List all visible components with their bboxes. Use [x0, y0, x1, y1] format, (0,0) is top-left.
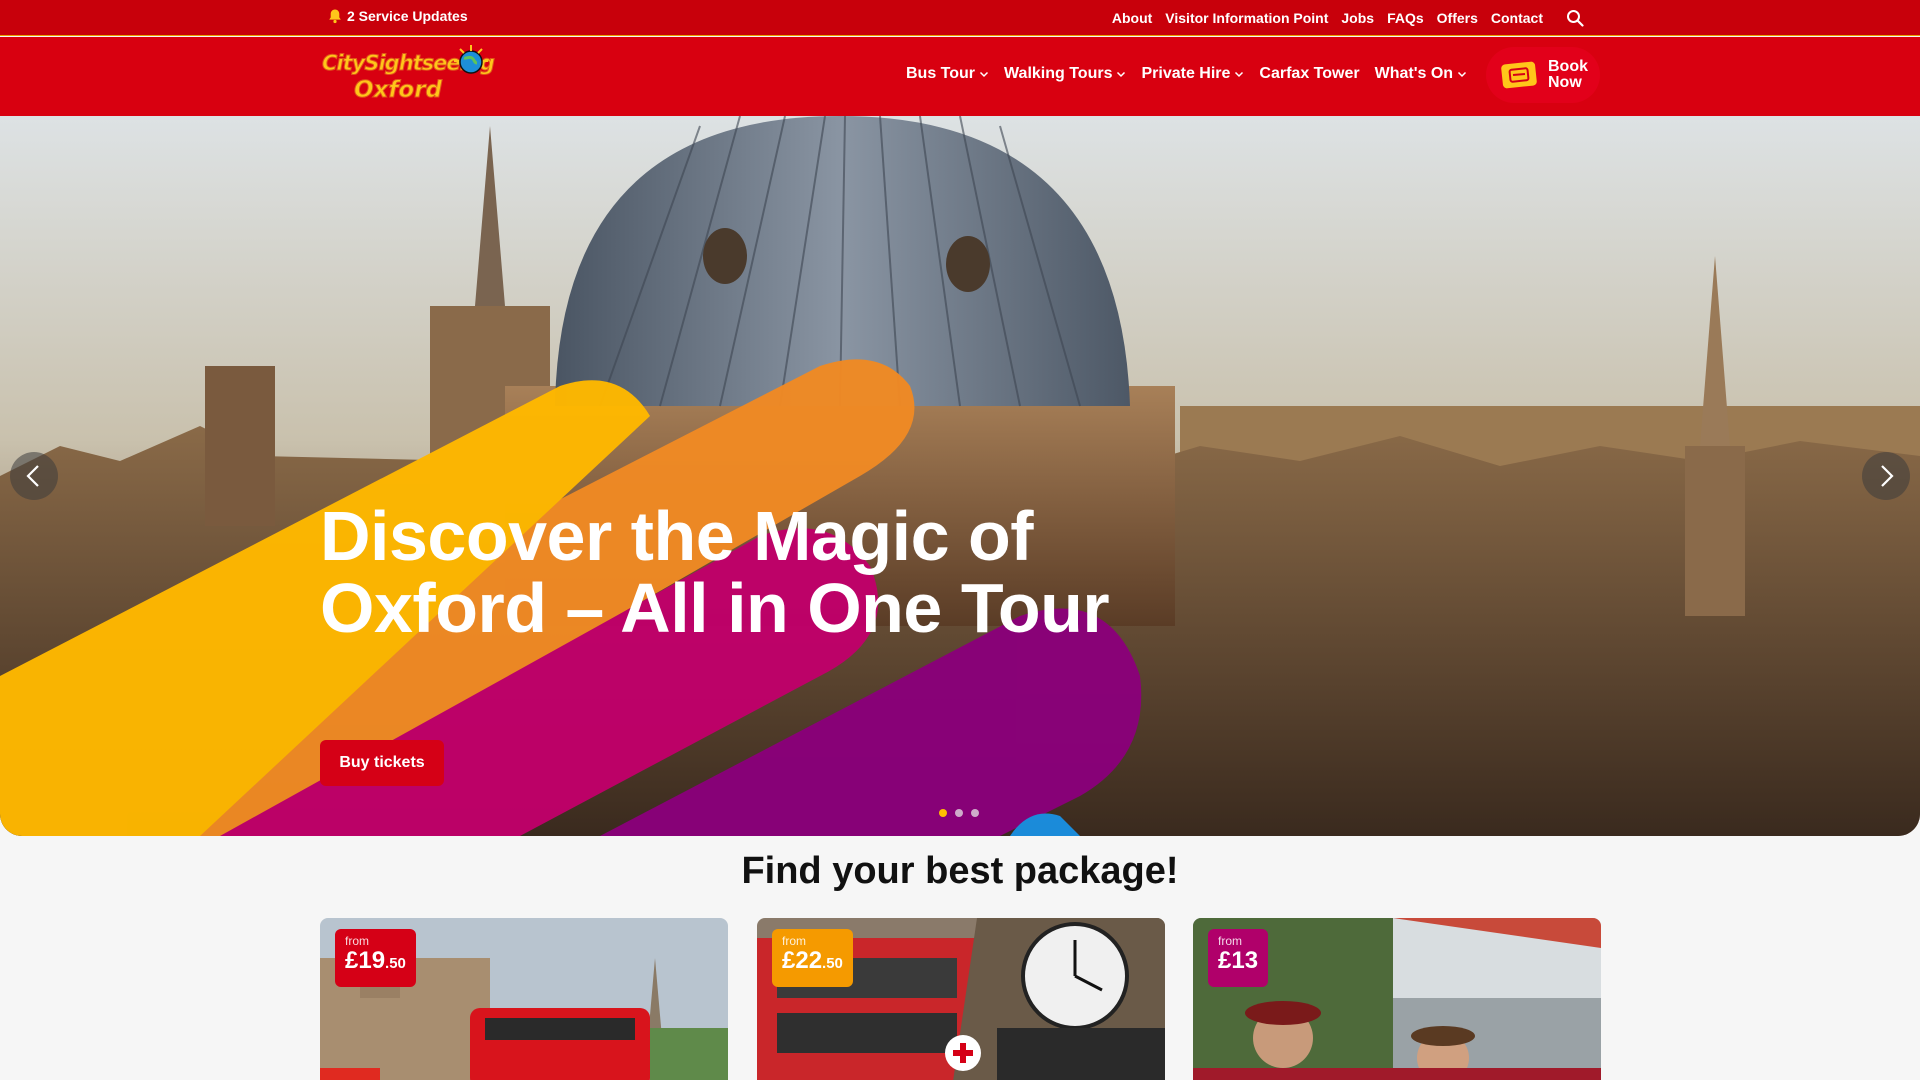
- price-from-label: from: [1218, 934, 1242, 948]
- book-line2: Now: [1548, 74, 1582, 91]
- globe-icon: [454, 45, 488, 74]
- chevron-down-icon: [1235, 71, 1244, 78]
- nav-private-hire[interactable]: Private Hire: [1141, 65, 1244, 83]
- package-card-3[interactable]: from £13: [1193, 918, 1601, 1080]
- slider-dot-2[interactable]: [955, 809, 963, 817]
- bell-icon: [329, 9, 341, 24]
- hero-image: [0, 116, 1920, 836]
- service-updates-label: 2 Service Updates: [347, 8, 468, 24]
- slider-prev-button[interactable]: [10, 452, 58, 500]
- chevron-down-icon: [980, 71, 989, 78]
- book-line1: Book: [1548, 58, 1588, 75]
- chevron-right-icon: [1881, 465, 1894, 487]
- buy-tickets-button[interactable]: Buy tickets: [320, 740, 444, 786]
- chevron-down-icon: [1458, 71, 1467, 78]
- nav-private-hire-label: Private Hire: [1141, 65, 1231, 82]
- site-logo[interactable]: CitySightseeing Oxford: [322, 45, 495, 111]
- book-now-label: Book Now: [1548, 59, 1588, 91]
- chevron-left-icon: [26, 465, 39, 487]
- nav-bus-tour[interactable]: Bus Tour: [906, 65, 989, 83]
- service-updates-link[interactable]: 2 Service Updates: [327, 8, 468, 24]
- utility-links: About Visitor Information Point Jobs FAQ…: [1112, 9, 1584, 27]
- nav-walking-tours-label: Walking Tours: [1004, 65, 1113, 82]
- main-header: CitySightseeing Oxford Bus Tour Walking …: [0, 37, 1920, 116]
- packages-heading: Find your best package!: [741, 850, 1179, 892]
- nav-carfax-tower-label: Carfax Tower: [1259, 65, 1360, 82]
- slider-next-button[interactable]: [1862, 452, 1910, 500]
- nav-whats-on[interactable]: What's On: [1375, 65, 1467, 83]
- visitor-info-link[interactable]: Visitor Information Point: [1165, 10, 1328, 26]
- chevron-down-icon: [1117, 71, 1126, 78]
- nav-bus-tour-label: Bus Tour: [906, 65, 976, 82]
- price-amount: £19: [345, 947, 386, 974]
- price-badge: from £19.50: [335, 929, 416, 987]
- utility-bar: 2 Service Updates About Visitor Informat…: [0, 0, 1920, 36]
- hero-title: Discover the Magic of Oxford – All in On…: [320, 497, 1110, 647]
- package-card-2[interactable]: from £22.50: [757, 918, 1165, 1080]
- price-amount: £22: [782, 947, 823, 974]
- price-from-label: from: [782, 934, 806, 948]
- slider-dots: [939, 809, 979, 817]
- contact-link[interactable]: Contact: [1491, 10, 1543, 26]
- jobs-link[interactable]: Jobs: [1341, 10, 1374, 26]
- about-link[interactable]: About: [1112, 10, 1152, 26]
- slider-dot-3[interactable]: [971, 809, 979, 817]
- ticket-icon: [1501, 61, 1537, 89]
- slider-dot-1[interactable]: [939, 809, 947, 817]
- price-pence: .50: [385, 955, 406, 972]
- price-badge: from £22.50: [772, 929, 853, 987]
- price-pence: .50: [822, 955, 843, 972]
- faqs-link[interactable]: FAQs: [1387, 10, 1424, 26]
- logo-line2: Oxford: [353, 77, 443, 104]
- price-badge: from £13: [1208, 929, 1269, 987]
- book-now-button[interactable]: Book Now: [1486, 47, 1600, 103]
- nav-whats-on-label: What's On: [1374, 65, 1454, 82]
- hero-slider: Discover the Magic of Oxford – All in On…: [0, 116, 1920, 836]
- package-card-1[interactable]: from £19.50: [320, 918, 728, 1080]
- nav-carfax-tower[interactable]: Carfax Tower: [1259, 65, 1359, 83]
- price-amount: £13: [1218, 947, 1259, 974]
- search-icon[interactable]: [1566, 9, 1584, 27]
- main-nav: Bus Tour Walking Tours Private Hire Carf…: [906, 65, 1467, 83]
- price-from-label: from: [345, 934, 369, 948]
- offers-link[interactable]: Offers: [1437, 10, 1478, 26]
- nav-walking-tours[interactable]: Walking Tours: [1004, 65, 1126, 83]
